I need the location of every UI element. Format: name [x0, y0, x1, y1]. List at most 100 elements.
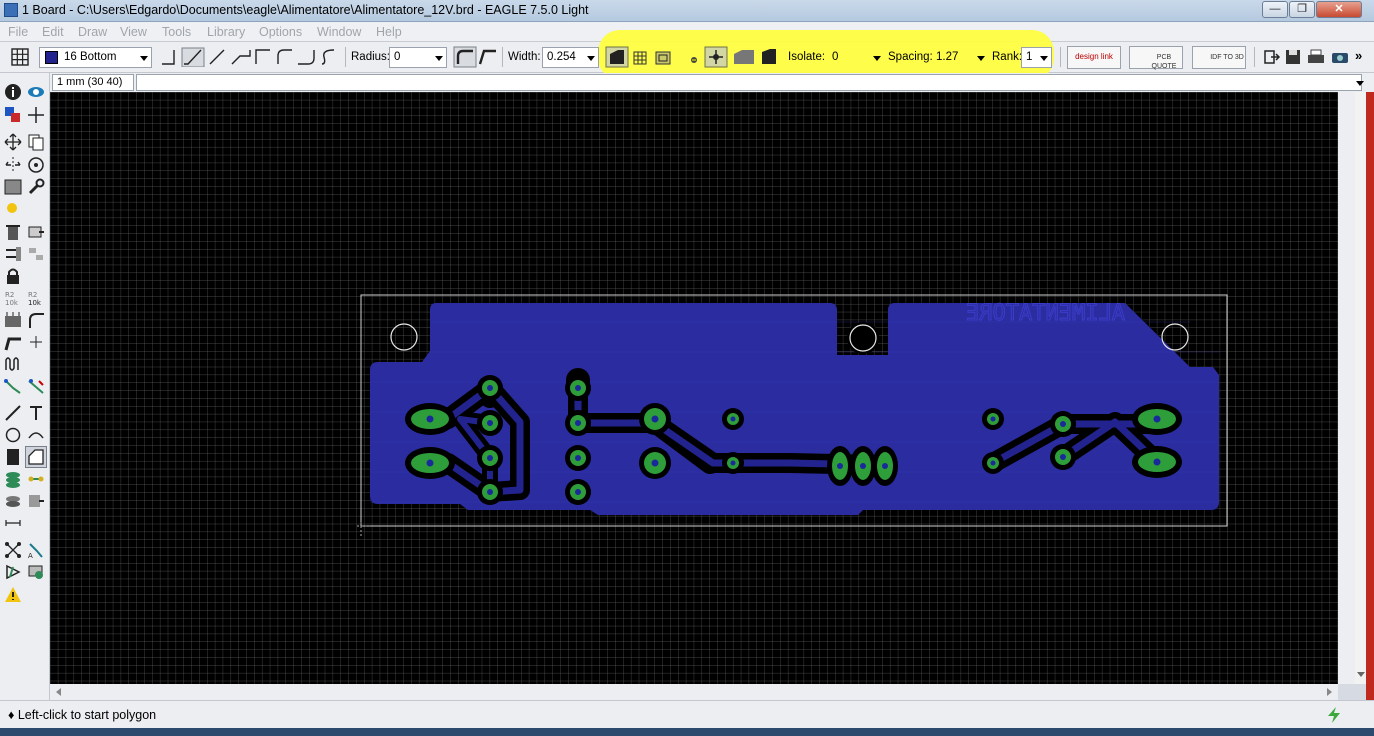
design-link-button[interactable]: design link	[1067, 46, 1121, 69]
paste-icon[interactable]	[4, 201, 22, 219]
miter-style-icons[interactable]	[453, 46, 499, 68]
radius-value: 0	[394, 51, 401, 63]
chevron-down-icon	[1040, 56, 1048, 61]
move-icon[interactable]	[4, 133, 22, 151]
scroll-left-icon[interactable]	[56, 688, 61, 696]
file-action-icons[interactable]	[1262, 47, 1352, 67]
eagle-app-icon	[4, 3, 18, 17]
drc-icon[interactable]	[27, 563, 45, 581]
radius-combo[interactable]: 0	[389, 47, 447, 68]
ripup-icon[interactable]	[27, 377, 45, 395]
arc-icon[interactable]	[27, 426, 45, 444]
autorouter-icon[interactable]: A	[27, 541, 45, 559]
menu-window[interactable]: Window	[317, 25, 361, 39]
mark-icon[interactable]	[27, 106, 45, 124]
svg-text:R2: R2	[28, 291, 37, 299]
wire-icon[interactable]	[4, 404, 22, 422]
command-bar: 1 mm (30 40)	[50, 73, 1374, 92]
window-title: 1 Board - C:\Users\Edgardo\Documents\eag…	[22, 3, 589, 17]
rank-label: Rank:	[992, 51, 1023, 63]
miter-icon[interactable]	[27, 311, 45, 329]
idf-to-3d-button[interactable]: IDF TO 3D	[1192, 46, 1246, 69]
polygon-icon[interactable]	[25, 446, 47, 468]
layer-color-swatch	[45, 51, 58, 64]
idf-to-3d-label: IDF TO 3D	[1210, 54, 1244, 61]
mirror-icon[interactable]	[4, 156, 22, 174]
maximize-button[interactable]: ❐	[1289, 1, 1315, 18]
wire-bend-style-icons[interactable]	[158, 47, 342, 67]
meander-icon[interactable]	[4, 355, 22, 373]
group-icon[interactable]	[4, 178, 22, 196]
board-drawing[interactable]: ALIMENTATORE	[50, 92, 1338, 684]
background-window-edge	[1366, 92, 1374, 700]
toolbar-separator	[1060, 47, 1061, 67]
replace-icon[interactable]	[27, 245, 45, 263]
close-button[interactable]: ✕	[1316, 1, 1362, 18]
display-layers-icon[interactable]	[4, 106, 22, 124]
menu-options[interactable]: Options	[259, 25, 302, 39]
menu-edit[interactable]: Edit	[42, 25, 64, 39]
pinswap-icon[interactable]	[4, 245, 22, 263]
menu-draw[interactable]: Draw	[78, 25, 107, 39]
attribute-icon[interactable]	[27, 492, 45, 510]
horizontal-scrollbar[interactable]	[50, 684, 1338, 700]
text-icon[interactable]	[27, 404, 45, 422]
grid-icon[interactable]	[10, 47, 30, 67]
circle-icon[interactable]	[4, 426, 22, 444]
chevron-down-icon	[435, 56, 443, 61]
svg-text:10k: 10k	[28, 299, 42, 307]
isolate-combo[interactable]: 0	[827, 47, 885, 68]
layer-select[interactable]: 16 Bottom	[39, 47, 152, 68]
route-icon[interactable]	[4, 377, 22, 395]
chevron-down-icon[interactable]	[1356, 81, 1364, 86]
width-label: Width:	[508, 51, 541, 63]
hole-clearance	[847, 322, 879, 354]
copy-icon[interactable]	[27, 133, 45, 151]
split-icon[interactable]	[4, 333, 22, 351]
menu-library[interactable]: Library	[207, 25, 245, 39]
delete-icon[interactable]	[4, 223, 22, 241]
info-icon[interactable]	[4, 83, 22, 101]
scroll-down-icon[interactable]	[1357, 672, 1365, 677]
menu-view[interactable]: View	[120, 25, 147, 39]
rank-combo[interactable]: 1	[1021, 47, 1052, 68]
show-icon[interactable]	[27, 83, 45, 101]
menu-tools[interactable]: Tools	[162, 25, 191, 39]
hole-icon[interactable]	[4, 492, 22, 510]
board-canvas[interactable]: ALIMENTATORE	[50, 92, 1338, 684]
smash-icon[interactable]	[4, 311, 22, 329]
optimize-icon[interactable]	[27, 333, 45, 351]
menu-file[interactable]: File	[8, 25, 28, 39]
isolate-value: 0	[832, 51, 839, 63]
menu-help[interactable]: Help	[376, 25, 402, 39]
toolbar-overflow-button[interactable]: »	[1355, 48, 1362, 63]
isolate-label: Isolate:	[788, 51, 826, 63]
lightning-icon[interactable]	[1326, 706, 1342, 724]
signal-icon[interactable]	[27, 470, 45, 488]
rect-icon[interactable]	[4, 448, 22, 466]
dimension-icon[interactable]	[4, 514, 22, 532]
erc-icon[interactable]	[4, 563, 22, 581]
width-combo[interactable]: 0.254	[542, 47, 599, 68]
pcb-quote-label: PCB QUOTE	[1151, 54, 1177, 70]
chevron-down-icon	[873, 56, 881, 61]
toolbar-separator	[502, 47, 503, 67]
minimize-button[interactable]: —	[1262, 1, 1288, 18]
name-icon[interactable]: R210k	[4, 289, 22, 307]
rotate-icon[interactable]	[27, 156, 45, 174]
via-icon[interactable]	[4, 470, 22, 488]
svg-text:10k: 10k	[5, 299, 19, 307]
polygon-pour-icons[interactable]	[604, 46, 780, 68]
ratsnest-icon[interactable]	[4, 541, 22, 559]
add-icon[interactable]	[27, 223, 45, 241]
command-line-input[interactable]	[136, 74, 1362, 91]
board-label-text[interactable]: ALIMENTATORE	[965, 300, 1125, 326]
value-icon[interactable]: R210k	[27, 289, 45, 307]
lock-icon[interactable]	[4, 267, 22, 285]
command-toolbar: R2 10k R2 10k A	[0, 73, 50, 701]
pcb-quote-button[interactable]: PCB QUOTE	[1129, 46, 1183, 70]
scroll-right-icon[interactable]	[1327, 688, 1332, 696]
spacing-combo[interactable]: 1.27	[931, 47, 989, 68]
errors-warning-icon[interactable]	[4, 586, 22, 604]
change-wrench-icon[interactable]	[27, 178, 45, 196]
